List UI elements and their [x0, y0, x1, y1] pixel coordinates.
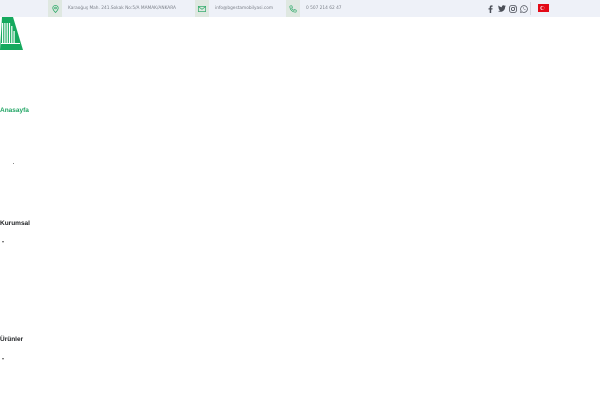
nav-item-anasayfa[interactable]: Anasayfa [0, 107, 29, 114]
chevron-down-icon[interactable]: ▾ [2, 357, 4, 361]
twitter-icon[interactable] [497, 4, 506, 13]
turkey-flag-icon[interactable] [538, 4, 549, 12]
phone-icon [286, 0, 300, 17]
social-links [484, 0, 528, 17]
phone-link[interactable]: 0 507 214 62 47 [306, 6, 342, 11]
whatsapp-icon[interactable] [519, 4, 528, 13]
facebook-icon[interactable] [486, 4, 495, 13]
address-item: Karaoğuş Mah. 241.Sokak No:5/A MAMAK/ANK… [48, 0, 176, 17]
instagram-icon[interactable] [508, 4, 517, 13]
mail-icon [195, 0, 209, 17]
nav-item-urunler[interactable]: Ürünler [0, 336, 23, 343]
topbar-divider [530, 2, 531, 15]
nav-marker [13, 163, 14, 164]
chevron-down-icon[interactable]: ▾ [2, 240, 4, 244]
email-link[interactable]: info@bgestamobilyasi.com [215, 6, 273, 11]
top-info-bar: Karaoğuş Mah. 241.Sokak No:5/A MAMAK/ANK… [0, 0, 600, 17]
address-text: Karaoğuş Mah. 241.Sokak No:5/A MAMAK/ANK… [68, 6, 177, 11]
nav-item-kurumsal[interactable]: Kurumsal [0, 220, 30, 227]
phone-item[interactable]: 0 507 214 62 47 [286, 0, 342, 17]
logo[interactable] [0, 17, 23, 52]
email-item[interactable]: info@bgestamobilyasi.com [195, 0, 273, 17]
location-pin-icon [48, 0, 62, 17]
